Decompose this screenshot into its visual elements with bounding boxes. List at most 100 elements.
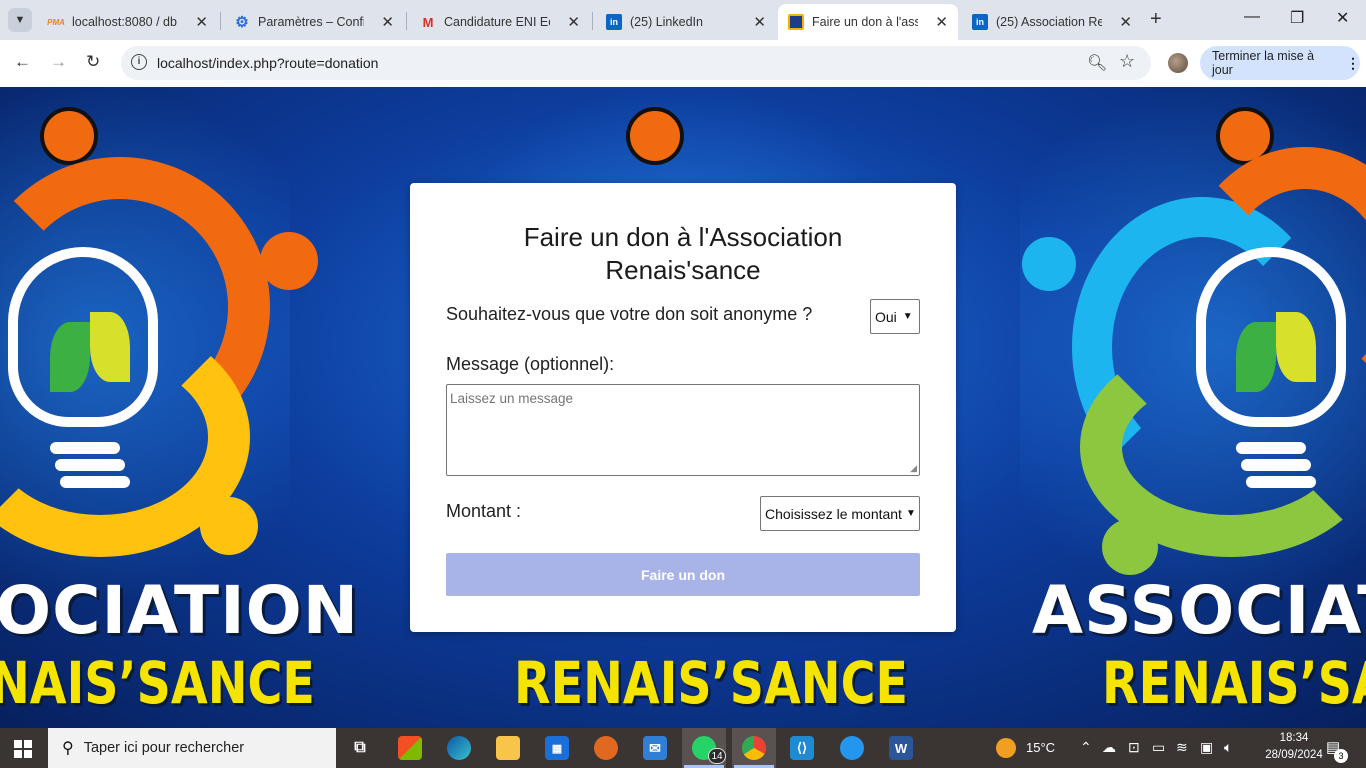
close-icon[interactable]: ✕	[567, 13, 580, 31]
tab-divider	[220, 12, 221, 30]
leaf-icon	[90, 312, 130, 382]
notification-count: 3	[1334, 749, 1348, 763]
chevron-down-icon: ▼	[905, 508, 916, 519]
word-icon[interactable]: W	[889, 736, 913, 760]
tab-linkedin[interactable]: in (25) LinkedIn ✕	[596, 4, 776, 40]
background-logo-left: OCIATION NAIS’SANCE	[0, 87, 358, 728]
message-textarea[interactable]: Laissez un message ◢	[446, 384, 920, 476]
edge-icon[interactable]	[447, 736, 471, 760]
update-button[interactable]: Terminer la mise à jour ⋮	[1200, 46, 1360, 80]
leaf-icon	[1236, 322, 1276, 392]
weather-sun-icon[interactable]	[996, 738, 1016, 758]
minimize-icon[interactable]: —	[1244, 8, 1260, 26]
browser-toolbar: ← → ↻ i localhost/index.php?route=donati…	[0, 40, 1366, 87]
windows-start-icon[interactable]	[14, 740, 32, 758]
tab-gmail[interactable]: M Candidature ENI Ecol ✕	[410, 4, 590, 40]
mail-icon[interactable]: ✉	[643, 736, 667, 760]
tab-title: localhost:8080 / db /	[72, 15, 178, 29]
battery-icon[interactable]: ▭	[1152, 739, 1165, 756]
taskbar-search-placeholder: Taper ici pour rechercher	[83, 740, 245, 756]
search-icon: ⚲	[62, 740, 74, 757]
message-label: Message (optionnel):	[446, 354, 615, 374]
new-tab-plus-icon[interactable]: +	[1150, 8, 1162, 31]
logo-text-renaissance: RENAIS’SAN	[1102, 649, 1366, 717]
close-icon[interactable]: ✕	[381, 13, 394, 31]
clock-time[interactable]: 18:34	[1264, 732, 1324, 744]
tab-donation[interactable]: Faire un don à l'assoc ✕	[778, 4, 958, 40]
donate-button[interactable]: Faire un don	[446, 553, 920, 596]
zoom-magnifier-icon[interactable]: 🔍︎	[1087, 53, 1107, 73]
close-icon[interactable]: ✕	[753, 13, 766, 31]
back-arrow-icon[interactable]: ←	[14, 52, 31, 72]
anonymous-select[interactable]: Oui ▼	[870, 299, 920, 334]
logo-blue-dot	[1022, 237, 1076, 291]
anonymous-label: Souhaitez-vous que votre don soit anonym…	[446, 304, 813, 324]
taskbar-search[interactable]: ⚲ Taper ici pour rechercher	[48, 728, 336, 768]
volume-icon[interactable]: 🔈︎	[1224, 739, 1232, 756]
donation-form-card: Faire un don à l'Association Renais'sanc…	[410, 183, 956, 632]
logo-green-dot	[1102, 519, 1158, 575]
tab-bar: ▼ PMA localhost:8080 / db / ✕ ⚙ Paramètr…	[0, 0, 1366, 40]
update-button-label: Terminer la mise à jour	[1212, 49, 1315, 77]
site-info-icon[interactable]: i	[131, 54, 147, 70]
display-icon[interactable]: ▣	[1200, 739, 1213, 756]
page-title: Faire un don à l'Association Renais'sanc…	[523, 222, 843, 285]
menu-dots-icon: ⋮	[1346, 54, 1360, 71]
logo-head-circle	[40, 107, 98, 165]
tab-search-dropdown[interactable]: ▼	[8, 8, 32, 32]
wifi-icon[interactable]: ≋	[1176, 739, 1188, 756]
message-placeholder: Laissez un message	[450, 391, 574, 406]
page-background: OCIATION NAIS’SANCE RENAIS’SANCE ASSOCIA…	[0, 87, 1366, 728]
chevron-down-icon: ▼	[902, 311, 913, 322]
anonymous-select-value: Oui	[875, 308, 897, 325]
vpn-app-icon[interactable]	[594, 736, 618, 760]
forward-arrow-icon[interactable]: →	[50, 52, 67, 72]
vscode-icon[interactable]: ⟨⟩	[790, 736, 814, 760]
association-icon	[788, 14, 804, 30]
logo-orange-dot	[260, 232, 318, 290]
tab-divider	[406, 12, 407, 30]
url-text[interactable]: localhost/index.php?route=donation	[157, 55, 378, 71]
chevron-up-icon[interactable]: ⌃	[1080, 739, 1092, 756]
close-icon[interactable]: ✕	[1119, 13, 1132, 31]
address-bar[interactable]: i localhost/index.php?route=donation 🔍︎ …	[121, 46, 1151, 80]
tab-title: Candidature ENI Ecol	[444, 15, 550, 29]
close-icon[interactable]: ✕	[195, 13, 208, 31]
cloud-icon[interactable]: ☁	[1102, 739, 1116, 756]
gmail-icon: M	[422, 14, 434, 30]
windows-taskbar: ⚲ Taper ici pour rechercher ⧉ ▦ ✉ 14 ⟨⟩ …	[0, 728, 1366, 768]
logo-text-renaissance: RENAIS’SANCE	[514, 649, 908, 717]
logo-head-circle	[626, 107, 684, 165]
logo-yellow-dot	[200, 497, 258, 555]
weather-temperature[interactable]: 15°C	[1026, 740, 1055, 755]
reload-icon[interactable]: ↻	[86, 52, 100, 72]
amount-label: Montant :	[446, 501, 522, 521]
microsoft-store-icon[interactable]	[398, 736, 422, 760]
linkedin-icon: in	[972, 14, 988, 30]
task-view-icon[interactable]: ⧉	[348, 736, 372, 760]
amount-select-value: Choisissez le montant	[765, 505, 902, 522]
logo-text-association: ASSOCIAT	[1032, 572, 1366, 649]
whatsapp-badge: 14	[708, 748, 726, 764]
calendar-app-icon[interactable]: ▦	[545, 736, 569, 760]
restore-icon[interactable]: ❐	[1290, 8, 1304, 28]
tab-parametres[interactable]: ⚙ Paramètres – Confide ✕	[224, 4, 404, 40]
leaf-icon	[50, 322, 90, 392]
logo-text-renaissance: NAIS’SANCE	[0, 649, 315, 717]
tab-divider	[592, 12, 593, 30]
close-window-icon[interactable]: ✕	[1336, 8, 1349, 28]
tab-linkedin-association[interactable]: in (25) Association Rena ✕	[962, 4, 1142, 40]
close-icon[interactable]: ✕	[935, 13, 948, 31]
camera-icon[interactable]: ⊡	[1128, 739, 1140, 756]
tab-title: Paramètres – Confide	[258, 15, 364, 29]
profile-avatar[interactable]	[1168, 53, 1188, 73]
amount-select[interactable]: Choisissez le montant ▼	[760, 496, 920, 531]
tab-phpmyadmin[interactable]: PMA localhost:8080 / db / ✕	[38, 4, 218, 40]
clock-date[interactable]: 28/09/2024	[1264, 749, 1324, 761]
chrome-icon[interactable]	[742, 736, 766, 760]
bookmark-star-icon[interactable]: ☆	[1119, 51, 1135, 72]
docker-icon[interactable]	[840, 736, 864, 760]
file-explorer-icon[interactable]	[496, 736, 520, 760]
resize-handle-icon[interactable]: ◢	[910, 463, 917, 474]
gear-icon: ⚙	[235, 14, 249, 31]
